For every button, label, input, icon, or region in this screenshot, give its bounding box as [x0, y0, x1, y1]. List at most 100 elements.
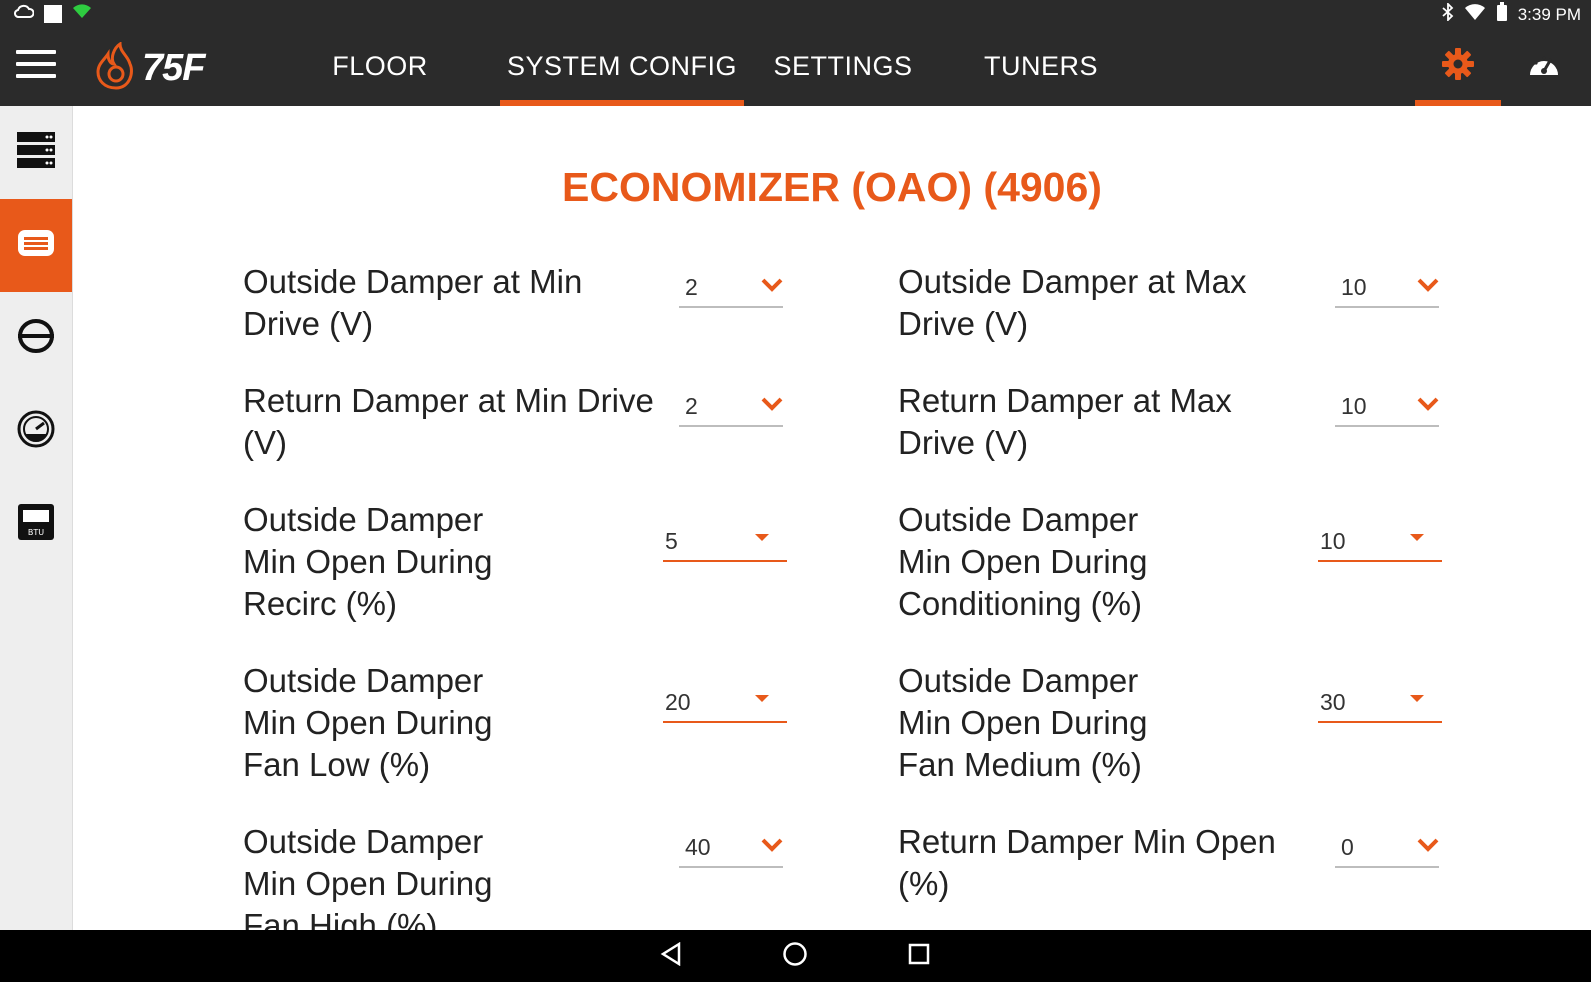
outside-max-drive-select[interactable]: 10 [1335, 266, 1439, 308]
app-bar: 75F FLOOR LAYOUT SYSTEM CONFIG SETTINGS … [0, 26, 1591, 161]
wifi-green-icon [72, 3, 92, 24]
label-line: Min Open During [243, 704, 493, 741]
return-max-drive-label: Return Damper at Max Drive (V) [898, 380, 1232, 464]
label-line: Return Damper at Max [898, 382, 1232, 419]
chevron-down-icon [761, 838, 783, 857]
label-line: (V) [243, 424, 287, 461]
back-triangle-icon [660, 941, 682, 971]
outside-min-drive-label: Outside Damper at Min Drive (V) [243, 261, 582, 345]
label-line: Min Open During [243, 543, 493, 580]
tab-settings[interactable]: SETTINGS [770, 26, 916, 106]
tab-system-config[interactable]: SYSTEM CONFIG [500, 26, 744, 106]
min-open-fan-low-label: Outside Damper Min Open During Fan Low (… [243, 660, 492, 786]
settings-gear-tab[interactable] [1415, 26, 1501, 106]
list-icon [17, 229, 55, 262]
label-line: Fan Low (%) [243, 746, 431, 783]
gear-icon [1441, 47, 1475, 86]
min-open-fan-medium-label: Outside Damper Min Open During Fan Mediu… [898, 660, 1147, 786]
sidebar-item-btu[interactable]: BTU [0, 478, 72, 571]
return-min-drive-select[interactable]: 2 [679, 385, 783, 427]
selected-value: 0 [1341, 834, 1354, 860]
sidebar-item-list[interactable] [0, 199, 72, 292]
min-open-recirc-label: Outside Damper Min Open During Recirc (%… [243, 499, 492, 625]
label-line: Recirc (%) [243, 585, 397, 622]
selected-value: 40 [685, 834, 711, 860]
sidebar-item-theta[interactable] [0, 292, 72, 385]
logo: 75F [96, 41, 205, 95]
label-line: (%) [898, 865, 950, 902]
selected-value: 2 [685, 274, 698, 300]
chevron-down-icon [1417, 838, 1439, 857]
chevron-down-icon [1417, 278, 1439, 297]
page-title: ECONOMIZER (OAO) (4906) [562, 164, 1102, 210]
notification-square-icon [44, 4, 62, 23]
logo-text: 75F [142, 47, 205, 89]
min-open-conditioning-select[interactable]: 10 [1318, 520, 1442, 562]
label-line: Drive (V) [898, 305, 1029, 342]
selected-value: 2 [685, 393, 698, 419]
selected-value: 5 [665, 528, 678, 554]
system-nav-bar [0, 930, 1591, 982]
min-open-fan-low-select[interactable]: 20 [663, 681, 787, 723]
back-button[interactable] [651, 938, 691, 974]
server-icon [17, 132, 55, 173]
return-min-open-select[interactable]: 0 [1335, 826, 1439, 868]
sidebar-item-server[interactable] [0, 106, 72, 199]
label-line: Outside Damper [243, 823, 484, 860]
label-line: Outside Damper [898, 501, 1139, 538]
min-open-fan-high-label: Outside Damper Min Open During Fan High … [243, 821, 492, 930]
recents-square-icon [908, 943, 930, 970]
label-line: Min Open During [898, 543, 1148, 580]
dropdown-arrow-icon [1410, 534, 1424, 541]
cloud-icon [14, 4, 35, 23]
home-button[interactable] [775, 938, 815, 974]
sidebar-item-gauge[interactable] [0, 385, 72, 478]
battery-icon [1496, 2, 1508, 27]
selected-value: 10 [1341, 393, 1367, 419]
label-line: Drive (V) [243, 305, 374, 342]
recents-button[interactable] [899, 938, 939, 974]
min-open-recirc-select[interactable]: 5 [663, 520, 787, 562]
tab-tuners[interactable]: TUNERS [980, 26, 1102, 106]
dropdown-arrow-icon [755, 695, 769, 702]
selected-value: 10 [1320, 528, 1346, 554]
dropdown-arrow-icon [1410, 695, 1424, 702]
label-line: Outside Damper at Max [898, 263, 1247, 300]
wifi-icon [1464, 3, 1486, 26]
return-max-drive-select[interactable]: 10 [1335, 385, 1439, 427]
min-open-conditioning-label: Outside Damper Min Open During Condition… [898, 499, 1147, 625]
outside-min-drive-select[interactable]: 2 [679, 266, 783, 308]
label-line: Drive (V) [898, 424, 1029, 461]
bluetooth-icon [1442, 1, 1454, 26]
label-line: Return Damper Min Open [898, 823, 1276, 860]
min-open-fan-medium-select[interactable]: 30 [1318, 681, 1442, 723]
selected-value: 20 [665, 689, 691, 715]
speedometer-icon [1527, 49, 1561, 84]
gauge-icon [17, 410, 55, 453]
label-line: Min Open During [243, 865, 493, 902]
label-line: Outside Damper [898, 662, 1139, 699]
screen: 3:39 PM 75F FLOOR LAYOUT SYSTEM CONFIG S… [0, 0, 1591, 982]
return-min-drive-label: Return Damper at Min Drive (V) [243, 380, 654, 464]
return-min-open-label: Return Damper Min Open (%) [898, 821, 1276, 905]
chevron-down-icon [1417, 397, 1439, 416]
label-line: Min Open During [898, 704, 1148, 741]
label-line: Outside Damper [243, 662, 484, 699]
selected-value: 10 [1341, 274, 1367, 300]
home-circle-icon [782, 941, 808, 972]
label-line: Return Damper at Min Drive [243, 382, 654, 419]
svg-text:BTU: BTU [28, 528, 44, 537]
selected-value: 30 [1320, 689, 1346, 715]
tab-floor-layout[interactable]: FLOOR LAYOUT [282, 26, 478, 161]
theta-icon [17, 318, 55, 359]
sidebar: BTU [0, 106, 73, 930]
btu-meter-icon: BTU [17, 503, 55, 546]
menu-icon[interactable] [16, 50, 56, 82]
label-line: Conditioning (%) [898, 585, 1142, 622]
dropdown-arrow-icon [755, 534, 769, 541]
dashboard-tab[interactable] [1504, 26, 1584, 106]
min-open-fan-high-select[interactable]: 40 [679, 826, 783, 868]
label-line: Outside Damper [243, 501, 484, 538]
clock-time: 3:39 PM [1517, 4, 1581, 24]
status-bar: 3:39 PM [0, 0, 1591, 26]
